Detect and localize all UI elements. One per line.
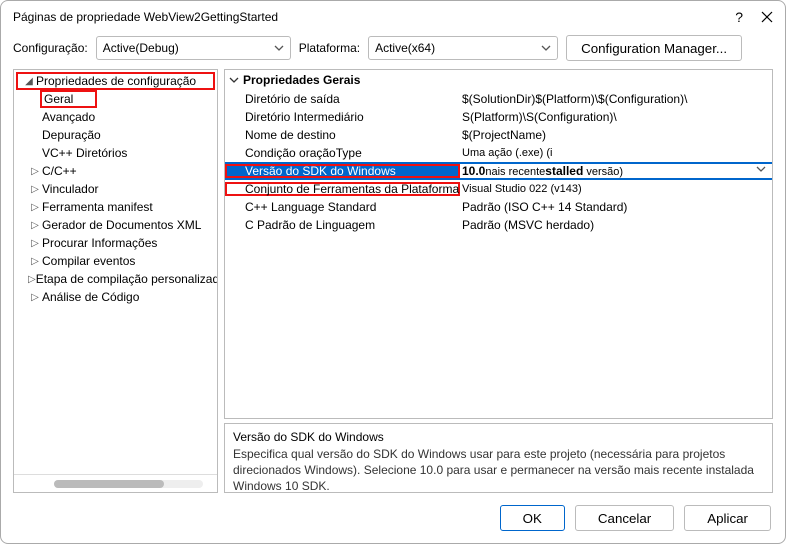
window-title: Páginas de propriedade WebView2GettingSt… bbox=[13, 10, 735, 24]
property-value[interactable]: Padrão (MSVC herdado) bbox=[460, 218, 772, 232]
cancel-button[interactable]: Cancelar bbox=[575, 505, 674, 531]
expander-closed-icon: ▷ bbox=[28, 220, 42, 231]
expander-closed-icon: ▷ bbox=[28, 184, 42, 195]
tree-item-label: Análise de Código bbox=[42, 290, 139, 304]
description-title: Versão do SDK do Windows bbox=[233, 430, 764, 444]
property-row[interactable]: Condição oraçãoTypeUma ação (.exe) (i bbox=[225, 144, 772, 162]
titlebar: Páginas de propriedade WebView2GettingSt… bbox=[1, 1, 785, 31]
property-value[interactable]: S(Platform)\S(Configuration)\ bbox=[460, 110, 772, 124]
tree-item[interactable]: ▷Etapa de compilação personalizada bbox=[14, 270, 217, 288]
platform-label: Plataforma: bbox=[299, 41, 360, 55]
property-name: Condição oraçãoType bbox=[225, 146, 460, 160]
apply-button[interactable]: Aplicar bbox=[684, 505, 771, 531]
property-name: Diretório Intermediário bbox=[225, 110, 460, 124]
property-grid: Propriedades Gerais Diretório de saída$(… bbox=[224, 69, 773, 419]
property-row[interactable]: Conjunto de Ferramentas da PlataformaVis… bbox=[225, 180, 772, 198]
property-value[interactable]: Padrão (ISO C++ 14 Standard) bbox=[460, 200, 772, 214]
tree-item-label: Compilar eventos bbox=[42, 254, 135, 268]
dialog-footer: OK Cancelar Aplicar bbox=[1, 501, 785, 543]
property-value[interactable]: $(SolutionDir)$(Platform)\$(Configuratio… bbox=[460, 92, 772, 106]
property-value[interactable]: 10.0nais recentestalled versão) bbox=[460, 164, 772, 178]
property-name: Diretório de saída bbox=[225, 92, 460, 106]
property-name: C++ Language Standard bbox=[225, 200, 460, 214]
expander-closed-icon: ▷ bbox=[28, 238, 42, 249]
property-value[interactable]: $(ProjectName) bbox=[460, 128, 772, 142]
platform-value: Active(x64) bbox=[375, 41, 435, 55]
nav-tree: ◢ Propriedades de configuração Geral Avan… bbox=[13, 69, 218, 493]
property-name: Nome de destino bbox=[225, 128, 460, 142]
property-row[interactable]: C++ Language StandardPadrão (ISO C++ 14 … bbox=[225, 198, 772, 216]
property-value[interactable]: Visual Studio 022 (v143) bbox=[460, 183, 772, 195]
scrollbar-thumb[interactable] bbox=[54, 480, 164, 488]
expander-closed-icon: ▷ bbox=[28, 202, 42, 213]
description-text: Especifica qual versão do SDK do Windows… bbox=[233, 446, 764, 493]
platform-combo[interactable]: Active(x64) bbox=[368, 36, 558, 60]
tree-item-label: Vinculador bbox=[42, 182, 98, 196]
tree-item[interactable]: ▷Procurar Informações bbox=[14, 234, 217, 252]
tree-item[interactable]: Geral bbox=[14, 90, 217, 108]
tree-item-label: Depuração bbox=[42, 128, 101, 142]
tree-item-label: Gerador de Documentos XML bbox=[42, 218, 201, 232]
tree-item[interactable]: ▷Gerador de Documentos XML bbox=[14, 216, 217, 234]
expander-open-icon: ◢ bbox=[22, 76, 36, 87]
tree-item[interactable]: ▷Análise de Código bbox=[14, 288, 217, 306]
property-row[interactable]: Diretório de saída$(SolutionDir)$(Platfo… bbox=[225, 90, 772, 108]
tree-root[interactable]: ◢ Propriedades de configuração bbox=[16, 72, 215, 90]
description-panel: Versão do SDK do Windows Especifica qual… bbox=[224, 423, 773, 493]
tree-item[interactable]: Depuração bbox=[14, 126, 217, 144]
chevron-down-icon bbox=[274, 45, 284, 51]
tree-item-label: Etapa de compilação personalizada bbox=[36, 272, 217, 286]
tree-item-label: C/C++ bbox=[42, 164, 77, 178]
help-icon[interactable]: ? bbox=[735, 9, 743, 25]
expander-closed-icon: ▷ bbox=[28, 256, 42, 267]
property-row[interactable]: Nome de destino$(ProjectName) bbox=[225, 126, 772, 144]
configuration-manager-button[interactable]: Configuration Manager... bbox=[566, 35, 742, 61]
expander-closed-icon: ▷ bbox=[28, 274, 36, 285]
grid-section-header[interactable]: Propriedades Gerais bbox=[225, 70, 772, 90]
property-pages-dialog: Páginas de propriedade WebView2GettingSt… bbox=[0, 0, 786, 544]
tree-item[interactable]: VC++ Diretórios bbox=[14, 144, 217, 162]
tree-item-label: Procurar Informações bbox=[42, 236, 157, 250]
property-row[interactable]: Versão do SDK do Windows10.0nais recente… bbox=[225, 162, 772, 180]
tree-item[interactable]: ▷C/C++ bbox=[14, 162, 217, 180]
tree-item[interactable]: ▷Compilar eventos bbox=[14, 252, 217, 270]
chevron-down-icon bbox=[229, 77, 243, 83]
expander-closed-icon: ▷ bbox=[28, 166, 42, 177]
tree-item[interactable]: ▷Vinculador bbox=[14, 180, 217, 198]
tree-item-label: Geral bbox=[40, 90, 97, 108]
horizontal-scrollbar[interactable] bbox=[14, 474, 217, 492]
tree-item-label: Ferramenta manifest bbox=[42, 200, 153, 214]
close-icon[interactable] bbox=[761, 11, 773, 23]
tree-item[interactable]: ▷Ferramenta manifest bbox=[14, 198, 217, 216]
configuration-combo[interactable]: Active(Debug) bbox=[96, 36, 291, 60]
configuration-value: Active(Debug) bbox=[103, 41, 179, 55]
property-name: Conjunto de Ferramentas da Plataforma bbox=[225, 182, 460, 196]
tree-item[interactable]: Avançado bbox=[14, 108, 217, 126]
property-name: Versão do SDK do Windows bbox=[225, 164, 460, 178]
property-row[interactable]: C Padrão de LinguagemPadrão (MSVC herdad… bbox=[225, 216, 772, 234]
property-value[interactable]: Uma ação (.exe) (i bbox=[460, 147, 772, 159]
tree-root-label: Propriedades de configuração bbox=[36, 74, 196, 88]
property-row[interactable]: Diretório IntermediárioS(Platform)\S(Con… bbox=[225, 108, 772, 126]
config-row: Configuração: Active(Debug) Plataforma: … bbox=[1, 31, 785, 69]
chevron-down-icon bbox=[756, 166, 766, 172]
configuration-label: Configuração: bbox=[13, 41, 88, 55]
ok-button[interactable]: OK bbox=[500, 505, 565, 531]
property-name: C Padrão de Linguagem bbox=[225, 218, 460, 232]
expander-closed-icon: ▷ bbox=[28, 292, 42, 303]
grid-section-label: Propriedades Gerais bbox=[243, 73, 360, 87]
chevron-down-icon bbox=[541, 45, 551, 51]
tree-item-label: Avançado bbox=[42, 110, 95, 124]
tree-item-label: VC++ Diretórios bbox=[42, 146, 127, 160]
